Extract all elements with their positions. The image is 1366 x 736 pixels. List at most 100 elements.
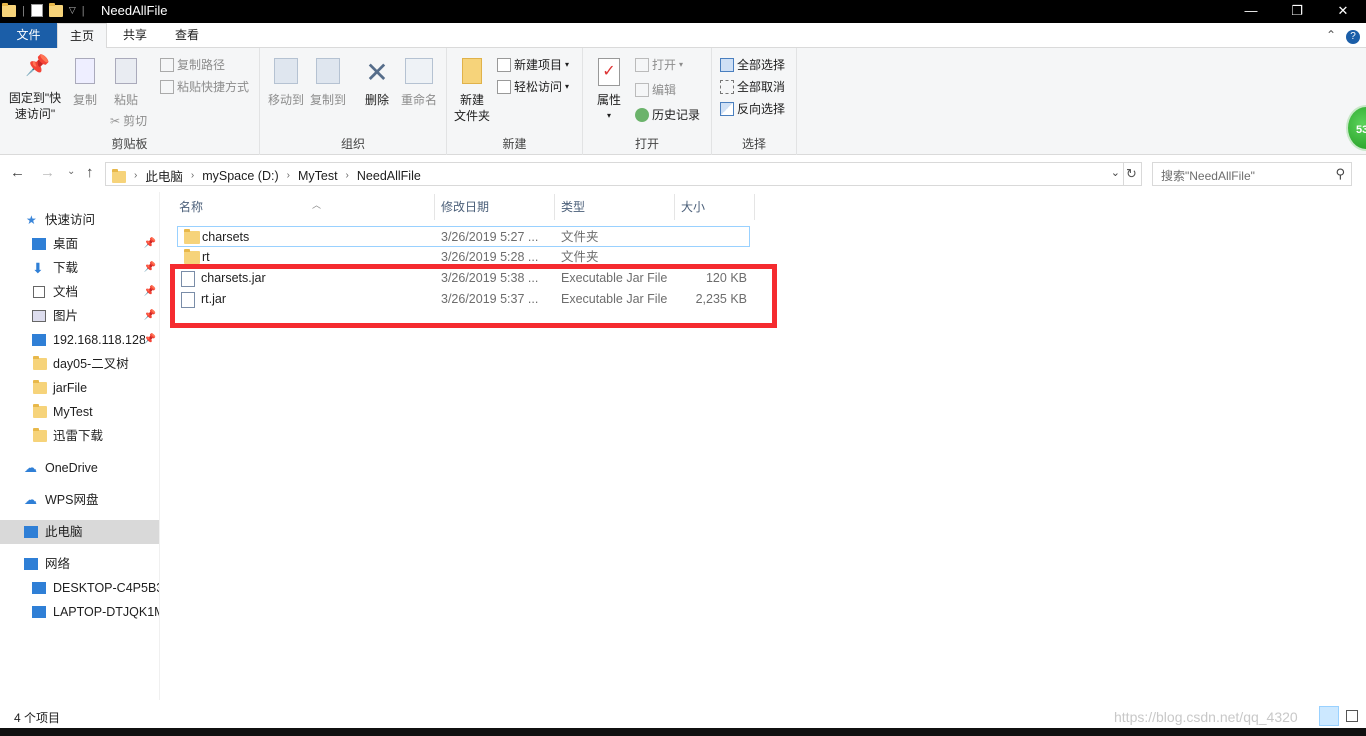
pin-icon[interactable]: 📌 <box>144 280 156 304</box>
chevron-up-icon[interactable]: ⌃ <box>1322 23 1340 48</box>
nav-item-network-share[interactable]: 192.168.118.128 📌 <box>0 328 159 352</box>
new-folder-icon[interactable] <box>48 2 63 17</box>
chevron-right-icon[interactable]: › <box>134 170 137 181</box>
breadcrumb-item[interactable]: MyTest <box>298 169 338 183</box>
file-row[interactable]: charsets 3/26/2019 5:27 ... 文件夹 <box>177 226 750 247</box>
easy-access-button[interactable]: 轻松访问 ▾ <box>497 78 569 95</box>
nav-item-label: day05-二叉树 <box>53 357 129 371</box>
breadcrumb-item[interactable]: 此电脑 <box>145 166 183 185</box>
item-count: 4 个项目 <box>14 711 61 725</box>
tab-home[interactable]: 主页 <box>57 23 107 49</box>
cloud-icon: ☁ <box>24 492 37 507</box>
nav-item-folder[interactable]: 迅雷下载 <box>0 424 159 448</box>
tab-view[interactable]: 查看 <box>164 23 210 48</box>
invert-selection-button[interactable]: 反向选择 <box>720 100 785 117</box>
details-view-icon[interactable] <box>1319 706 1339 726</box>
pin-icon[interactable]: 📌 <box>144 232 156 256</box>
large-icons-view-icon[interactable] <box>1342 706 1362 726</box>
pin-icon[interactable]: 📌 <box>144 256 156 280</box>
nav-network-computer[interactable]: LAPTOP-DTJQK1M <box>0 600 159 624</box>
move-to-button[interactable]: 移动到 <box>266 58 306 108</box>
column-header-date[interactable]: 修改日期 <box>435 194 555 220</box>
nav-network[interactable]: 网络 <box>0 552 159 576</box>
open-label: 打开 <box>652 58 677 72</box>
copy-button[interactable]: 复制 <box>68 58 102 108</box>
copy-to-icon <box>316 58 340 84</box>
select-all-icon <box>720 57 734 72</box>
up-arrow-icon[interactable]: ↑ <box>86 164 94 181</box>
paste-shortcut-icon <box>160 79 174 94</box>
nav-item-desktop[interactable]: 桌面 📌 <box>0 232 159 256</box>
search-input[interactable]: 搜索"NeedAllFile" ⚲ <box>1152 162 1352 186</box>
new-group-label: 新建 <box>502 137 527 151</box>
chevron-right-icon[interactable]: › <box>191 170 194 181</box>
nav-item-pictures[interactable]: 图片 📌 <box>0 304 159 328</box>
rename-label: 重命名 <box>400 93 437 107</box>
delete-button[interactable]: ✕ 删除 <box>360 58 394 108</box>
nav-item-folder[interactable]: day05-二叉树 <box>0 352 159 376</box>
nav-quick-access-label: 快速访问 <box>45 213 96 227</box>
copy-to-button[interactable]: 复制到 <box>308 58 348 108</box>
open-group-label: 打开 <box>634 137 659 151</box>
dropdown-arrow-icon: ▾ <box>606 111 611 120</box>
nav-wps-label: WPS网盘 <box>45 493 99 507</box>
select-all-button[interactable]: 全部选择 <box>720 56 785 73</box>
copy-path-button[interactable]: 复制路径 <box>160 56 225 73</box>
breadcrumb-item[interactable]: mySpace (D:) <box>202 169 278 183</box>
new-item-button[interactable]: 新建项目 ▾ <box>497 56 569 73</box>
navigation-pane: ★ 快速访问 桌面 📌 ⬇ 下载 📌 文档 📌 图片 📌 192.168.118… <box>0 192 160 700</box>
tab-file[interactable]: 文件 <box>0 23 57 48</box>
restore-button[interactable]: ❐ <box>1274 0 1320 23</box>
clipboard-group-label: 剪贴板 <box>111 137 148 151</box>
clipboard-icon <box>115 58 137 84</box>
refresh-icon[interactable]: ↻ <box>1122 162 1142 186</box>
close-button[interactable]: ✕ <box>1320 0 1366 23</box>
pin-quick-access-button[interactable]: 📌 固定到"快 速访问" <box>4 56 66 122</box>
pin-icon[interactable]: 📌 <box>144 328 156 352</box>
paste-shortcut-button[interactable]: 粘贴快捷方式 <box>160 78 249 95</box>
cut-button[interactable]: ✂ 剪切 <box>110 112 147 129</box>
back-arrow-icon[interactable]: ← <box>10 164 25 181</box>
nav-this-pc[interactable]: 此电脑 <box>0 520 159 544</box>
history-icon <box>635 107 649 122</box>
column-header-type[interactable]: 类型 <box>555 194 675 220</box>
paste-button[interactable]: 粘贴 <box>108 58 144 108</box>
chevron-right-icon[interactable]: › <box>346 170 349 181</box>
properties-icon[interactable] <box>30 4 43 17</box>
forward-arrow-icon[interactable]: → <box>40 164 55 181</box>
nav-network-computer[interactable]: DESKTOP-C4P5B3I <box>0 576 159 600</box>
nav-quick-access[interactable]: ★ 快速访问 <box>0 208 159 232</box>
folder-icon[interactable] <box>2 2 16 17</box>
tab-share[interactable]: 共享 <box>112 23 158 48</box>
history-button[interactable]: 历史记录 <box>635 106 700 123</box>
minimize-button[interactable]: — <box>1228 0 1274 23</box>
edit-button[interactable]: 编辑 <box>635 81 676 98</box>
move-to-label: 移动到 <box>267 93 304 107</box>
column-header-size[interactable]: 大小 <box>675 194 755 220</box>
address-bar[interactable]: › 此电脑 › mySpace (D:) › MyTest › NeedAllF… <box>105 162 1124 186</box>
help-icon[interactable]: ? <box>1344 23 1362 48</box>
rename-button[interactable]: 重命名 <box>398 58 440 108</box>
nav-onedrive[interactable]: ☁ OneDrive <box>0 456 159 480</box>
new-folder-icon <box>462 58 482 84</box>
edit-icon <box>635 82 649 97</box>
open-button[interactable]: 打开 ▾ <box>635 56 683 73</box>
nav-item-documents[interactable]: 文档 📌 <box>0 280 159 304</box>
nav-item-folder[interactable]: MyTest <box>0 400 159 424</box>
pin-icon[interactable]: 📌 <box>144 304 156 328</box>
recent-locations-chevron-icon[interactable]: ⌄ <box>67 166 75 177</box>
search-icon[interactable]: ⚲ <box>1335 166 1345 182</box>
chevron-right-icon[interactable]: › <box>287 170 290 181</box>
breadcrumb-item[interactable]: NeedAllFile <box>357 169 421 183</box>
title-bar: | ▽ | NeedAllFile — ❐ ✕ <box>0 0 1366 23</box>
new-folder-button[interactable]: 新建 文件夹 <box>453 58 491 124</box>
column-header-name[interactable]: ︿ 名称 <box>173 194 435 220</box>
select-none-button[interactable]: 全部取消 <box>720 78 785 95</box>
nav-wps[interactable]: ☁ WPS网盘 <box>0 488 159 512</box>
nav-item-folder[interactable]: jarFile <box>0 376 159 400</box>
address-dropdown-icon[interactable]: ⌄ <box>1111 166 1120 179</box>
properties-button[interactable]: ✓ 属性 ▾ <box>591 58 627 124</box>
chevron-down-icon[interactable]: ▽ <box>69 5 76 16</box>
notification-badge[interactable]: 53 <box>1346 105 1366 151</box>
nav-item-downloads[interactable]: ⬇ 下载 📌 <box>0 256 159 280</box>
